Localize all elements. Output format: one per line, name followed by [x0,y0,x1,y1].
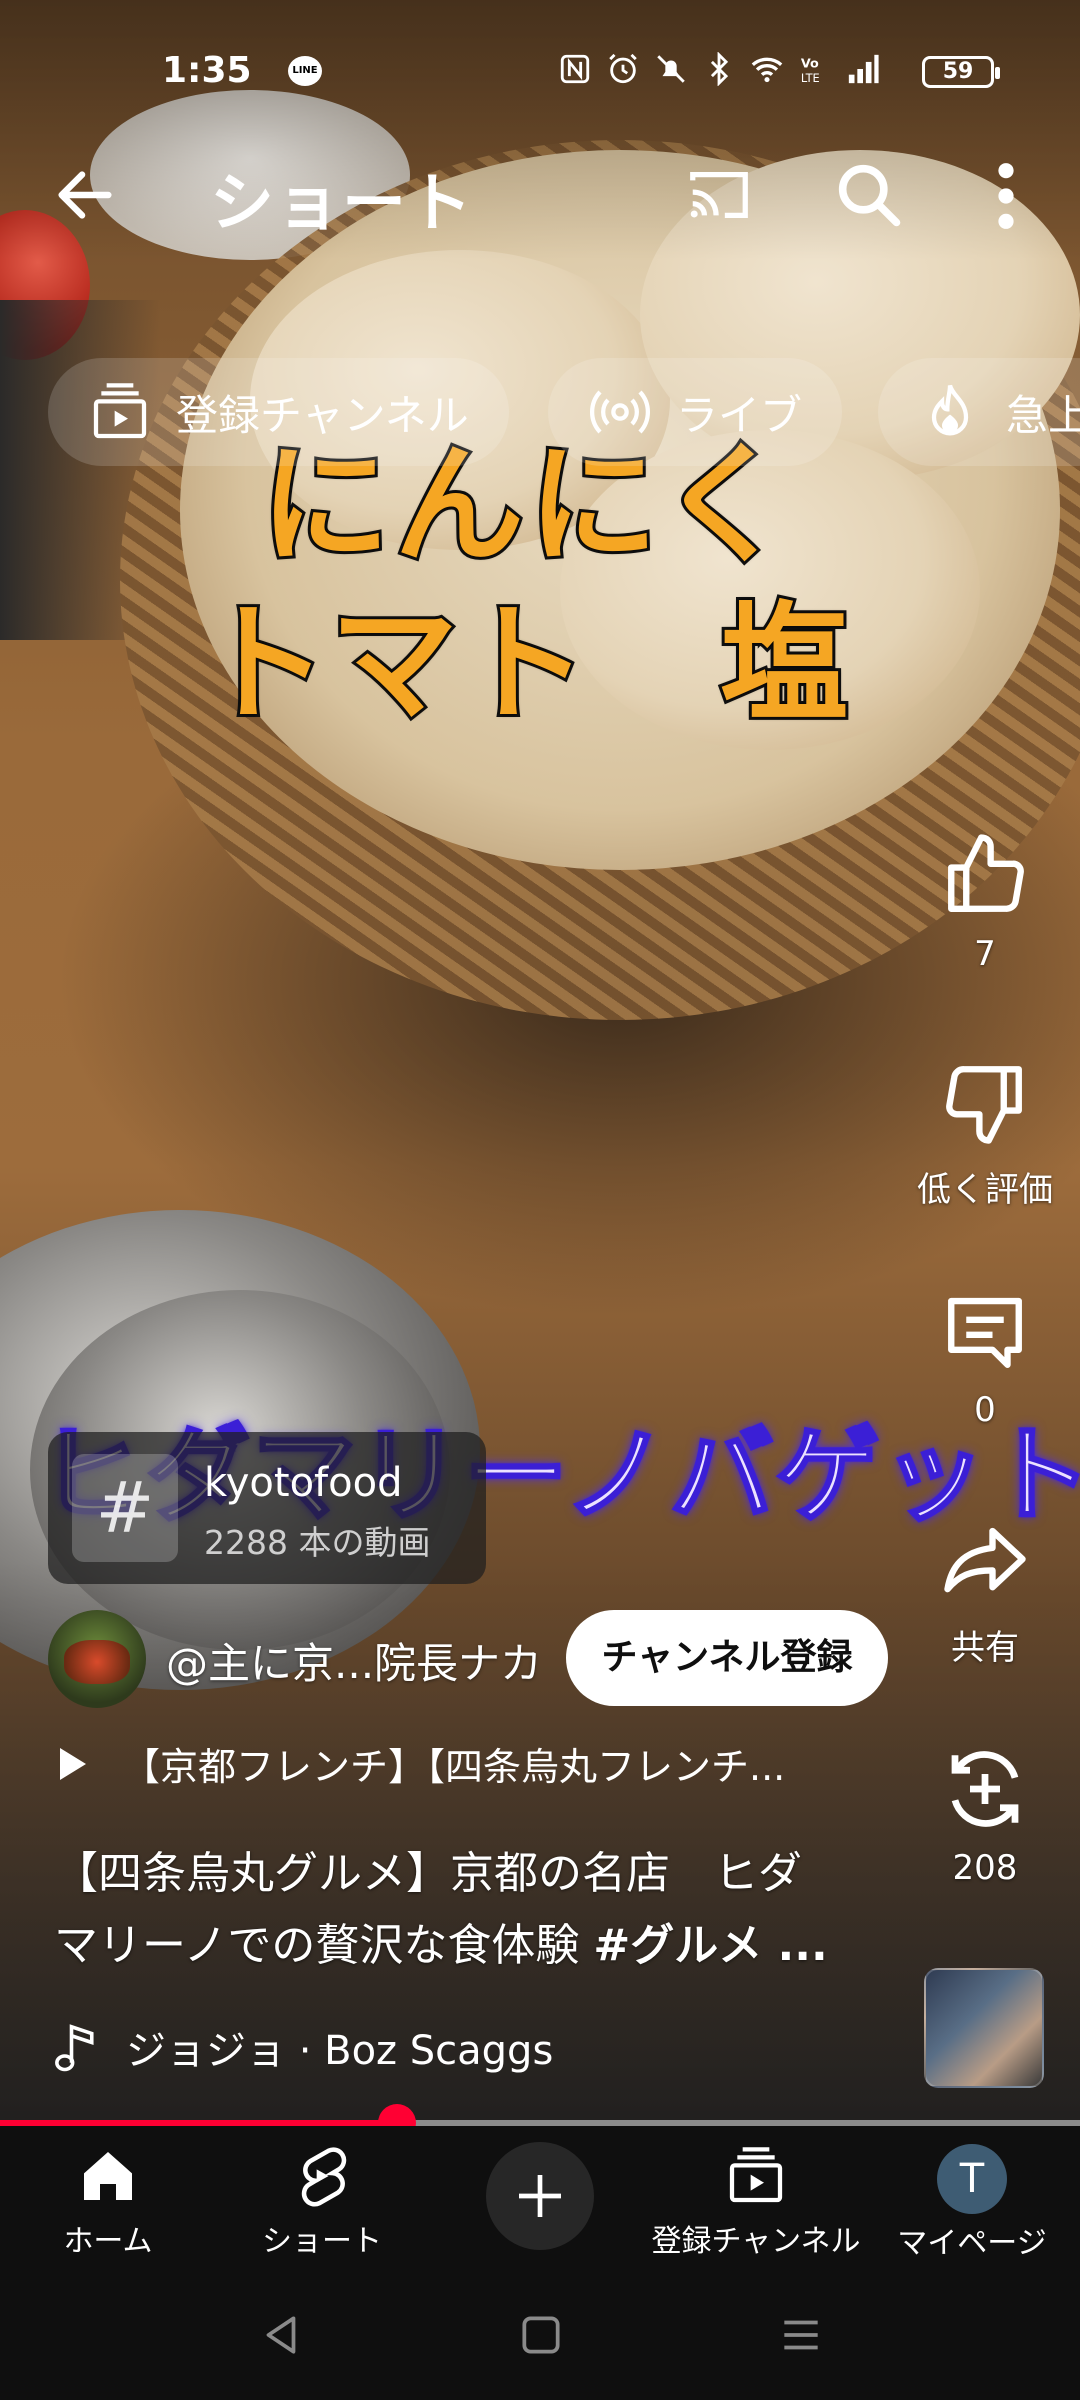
nav-home-label: ホーム [63,2224,153,2259]
play-icon [60,1747,86,1780]
share-button[interactable]: 共有 [900,1516,1070,1669]
back-arrow-icon[interactable] [50,160,120,230]
video-caption-line2: トマト 塩 [197,587,851,742]
line-notification-icon: LINE [288,56,322,86]
nav-subscriptions-label: 登録チャンネル [651,2224,861,2259]
nav-me-label: マイページ [897,2226,1047,2261]
nav-shorts[interactable]: ショート [222,2144,422,2260]
chip-subscriptions[interactable]: 登録チャンネル [48,358,509,466]
nav-shorts-label: ショート [262,2224,382,2259]
alarm-icon [609,53,637,84]
chip-label: 登録チャンネル [176,390,469,440]
more-options-icon[interactable] [986,158,1026,234]
hashtag-icon: # [72,1454,178,1562]
nav-subscriptions[interactable]: 登録チャンネル [651,2144,861,2260]
wifi-icon [751,57,783,83]
share-icon [944,1527,1026,1593]
music-row[interactable]: ジョジョ · Boz Scaggs [52,2018,553,2076]
description-hashtag[interactable]: #グルメ ... [593,1920,827,1971]
like-button[interactable]: 7 [900,830,1070,974]
related-video-title: 【京都フレンチ】【四条烏丸フレンチ... [122,1745,786,1789]
chip-label: ライブ [676,390,803,440]
system-home-icon[interactable] [516,2310,566,2360]
subscribe-button[interactable]: チャンネル登録 [566,1610,888,1706]
chip-trending[interactable]: 急上 [878,358,1080,466]
create-button[interactable] [486,2142,594,2250]
system-menu-icon[interactable] [776,2310,826,2360]
hashtag-card[interactable]: # kyotofood 2288 本の動画 [48,1432,486,1584]
comment-icon [948,1297,1022,1368]
page-title: ショート [210,167,474,241]
share-label: 共有 [951,1628,1019,1668]
top-app-bar: ショート [0,140,1080,250]
thumbs-down-icon [946,1066,1022,1144]
system-navigation-bar [0,2276,1080,2400]
album-art-thumbnail[interactable] [924,1968,1044,2088]
filter-chips: 登録チャンネル ライブ 急上 [48,358,1080,466]
cast-icon[interactable] [684,160,754,230]
bottom-navigation: ホーム ショート 登録チャンネル T マイページ [0,2126,1080,2276]
volte-icon: VoLTE [801,57,820,85]
battery-indicator: 59 [922,56,1000,88]
hashtag-video-count: 2288 本の動画 [204,1523,431,1562]
svg-text:LTE: LTE [801,71,820,85]
status-bar: 1:35 LINE Vo LTE 59 [0,0,1080,140]
dislike-label: 低く評価 [917,1170,1053,1210]
home-icon [84,2152,132,2200]
like-count: 7 [974,934,996,974]
hashtag-name: kyotofood [204,1460,403,1506]
status-time: 1:35 [162,50,252,91]
system-back-icon[interactable] [256,2310,306,2360]
music-note-icon [55,2024,94,2072]
chip-live[interactable]: ライブ [548,358,843,466]
nav-me[interactable]: T マイページ [872,2144,1072,2262]
dislike-button[interactable]: 低く評価 [900,1058,1070,1211]
comment-count: 0 [974,1390,996,1430]
signal-icon [848,54,879,84]
chip-label: 急上 [1006,390,1080,440]
description-line1: 【四条烏丸グルメ】京都の名店 ヒダ [54,1848,802,1899]
comments-button[interactable]: 0 [900,1286,1070,1430]
remix-button[interactable]: 208 [900,1744,1070,1888]
user-avatar: T [937,2144,1007,2214]
channel-name[interactable]: @主に京...院長ナカ [166,1630,542,1691]
live-icon [589,390,651,434]
remix-count: 208 [952,1848,1018,1888]
description-line2-text: マリーノでの贅沢な食体験 [54,1920,594,1971]
trending-icon [931,384,969,436]
search-icon[interactable] [830,156,906,232]
mute-icon [657,55,685,83]
nfc-icon [560,54,590,84]
related-video-link[interactable]: 【京都フレンチ】【四条烏丸フレンチ... [56,1736,785,1791]
subscriptions-icon [729,2147,783,2203]
bluetooth-icon [710,52,729,86]
nav-home[interactable]: ホーム [8,2144,208,2260]
thumbs-up-icon [948,834,1024,912]
plus-icon [519,2175,561,2217]
video-description[interactable]: 【四条烏丸グルメ】京都の名店 ヒダ マリーノでの贅沢な食体験 #グルメ ... [54,1838,884,1982]
subscriptions-icon [93,383,147,439]
remix-icon [951,1751,1019,1827]
channel-avatar[interactable] [48,1610,146,1708]
svg-text:Vo: Vo [801,57,819,72]
description-line2: マリーノでの贅沢な食体験 #グルメ ... [54,1910,884,1982]
shorts-icon [301,2147,347,2207]
music-track: ジョジョ · Boz Scaggs [126,2028,554,2074]
